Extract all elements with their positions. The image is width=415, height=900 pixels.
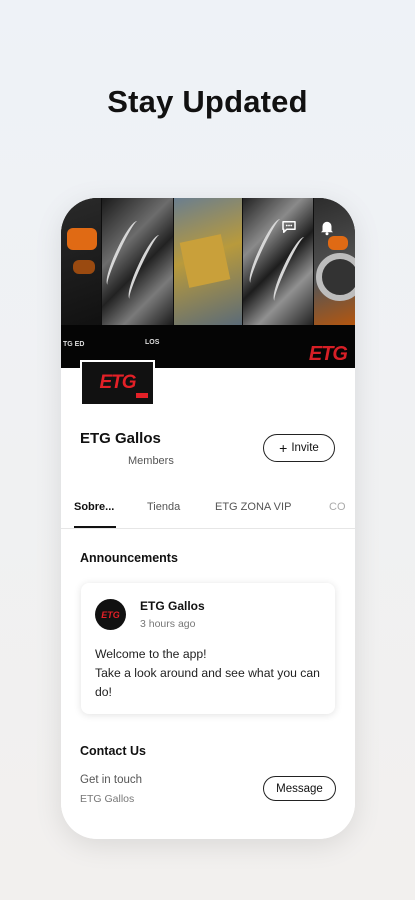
avatar: ETG (95, 599, 126, 630)
group-logo: ETG (80, 360, 155, 406)
announcement-post[interactable]: ETG ETG Gallos 3 hours ago Welcome to th… (81, 583, 335, 714)
cover-image: TG ED LOS ETG (61, 198, 355, 368)
tab-tienda[interactable]: Tienda (147, 501, 180, 513)
headline: Stay Updated (107, 84, 308, 119)
strip-logo: ETG (308, 343, 348, 365)
cover-tile (61, 198, 101, 325)
chat-icon[interactable] (278, 216, 300, 238)
orange-part (67, 228, 97, 250)
phone-frame: TG ED LOS ETG ETG ETG Gallos Members + I… (61, 198, 355, 839)
group-logo-text: ETG (99, 372, 136, 393)
tab-etg-zona-vip[interactable]: ETG ZONA VIP (215, 501, 291, 513)
orange-part (328, 236, 348, 250)
post-time: 3 hours ago (140, 618, 196, 630)
cover-tile (102, 198, 173, 325)
post-author: ETG Gallos (140, 599, 205, 613)
contact-title: Contact Us (80, 744, 146, 758)
invite-button[interactable]: + Invite (263, 434, 335, 462)
tab-more[interactable]: CO (329, 501, 346, 513)
announcements-title: Announcements (80, 551, 178, 565)
tab-bar: Sobre... Tienda ETG ZONA VIP CO (61, 488, 355, 529)
avatar-text: ETG (101, 609, 120, 620)
contact-subtitle: Get in touch (80, 774, 143, 786)
product-box (179, 234, 231, 288)
orange-part (73, 260, 95, 274)
contact-name: ETG Gallos (80, 793, 135, 805)
invite-label: Invite (291, 442, 319, 454)
tab-sobre[interactable]: Sobre... (74, 501, 114, 513)
cover-tile (174, 198, 242, 325)
strip-text-mid: LOS (145, 339, 160, 346)
group-name: ETG Gallos (80, 430, 161, 447)
plus-icon: + (279, 440, 288, 456)
strip-text-left: TG ED (63, 341, 85, 348)
message-button[interactable]: Message (263, 776, 336, 801)
members-label[interactable]: Members (128, 455, 174, 467)
post-line-1: Welcome to the app! (95, 647, 207, 661)
active-tab-indicator (74, 526, 116, 528)
bell-icon[interactable] (316, 216, 338, 238)
post-line-2: Take a look around and see what you can … (95, 666, 320, 699)
logo-tag (136, 393, 148, 398)
post-body: Welcome to the app! Take a look around a… (95, 645, 325, 702)
wheel-shape (316, 253, 355, 301)
group-card: ETG ETG Gallos Members + Invite Sobre...… (61, 360, 355, 839)
